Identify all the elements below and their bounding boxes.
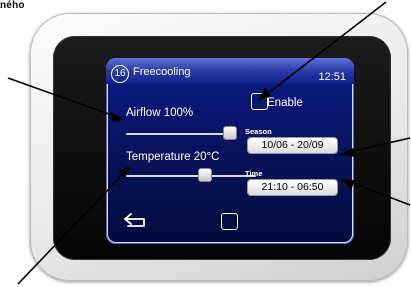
season-value-field[interactable]: 10/06 - 20/09 (248, 138, 337, 153)
enable-checkbox[interactable] (251, 93, 268, 110)
time-value-field[interactable]: 21:10 - 06:50 (248, 180, 337, 195)
temperature-label: Temperature 20°C (126, 151, 220, 163)
airflow-label: Airflow 100% (126, 107, 194, 119)
enable-label: Enable (267, 97, 303, 109)
home-square-icon[interactable] (221, 213, 238, 230)
back-arrow-icon[interactable] (122, 211, 148, 233)
title-bar: 16 Freecooling 12:51 (106, 58, 354, 84)
clock-display: 12:51 (318, 71, 346, 83)
season-label: Season (245, 127, 272, 136)
mode-number-badge: 16 (111, 65, 129, 83)
airflow-slider-handle[interactable] (224, 127, 236, 139)
time-label: Time (245, 169, 263, 178)
caption-text: ného (0, 0, 25, 11)
temperature-slider[interactable] (126, 169, 256, 181)
temperature-slider-handle[interactable] (199, 169, 211, 181)
touch-screen: 16 Freecooling 12:51 Airflow 100% Temper… (106, 58, 354, 244)
airflow-slider[interactable] (126, 127, 236, 139)
screen-title: Freecooling (133, 66, 191, 78)
